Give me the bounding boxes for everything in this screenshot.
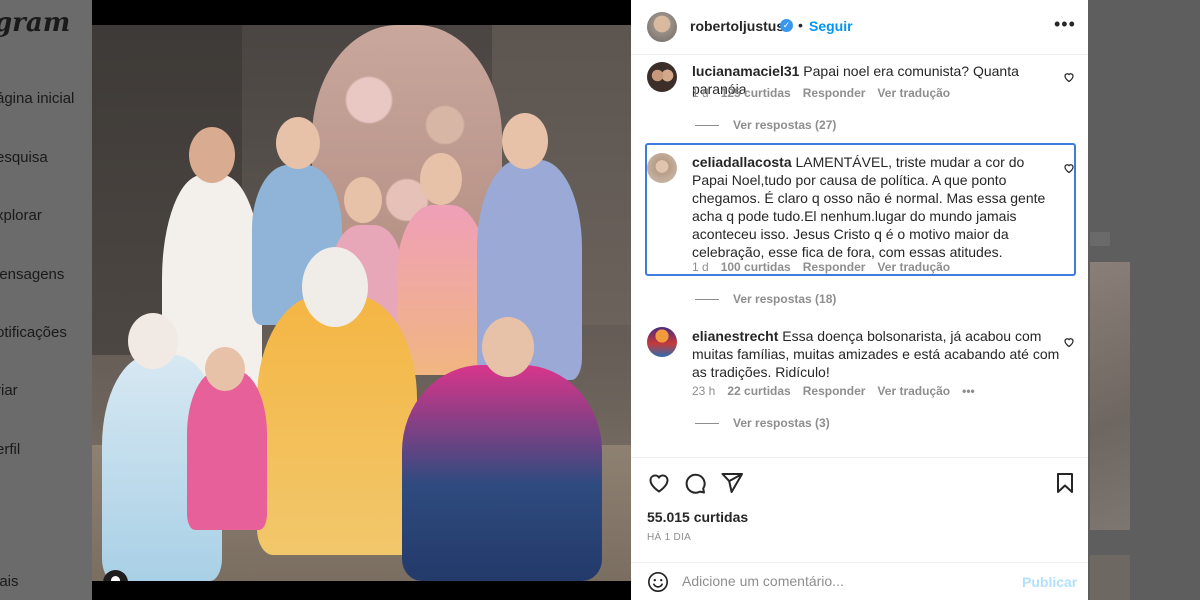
comment-meta: 1 d 125 curtidas Responder Ver tradução bbox=[692, 86, 962, 100]
save-icon[interactable] bbox=[1053, 471, 1077, 495]
nav-item-notifications[interactable]: otificações bbox=[0, 324, 67, 341]
nav-item-profile[interactable]: erfil bbox=[0, 441, 20, 458]
post-detail-panel: robertoljustus ✓ • Seguir ••• lucianamac… bbox=[631, 0, 1088, 600]
instagram-logo: gram bbox=[0, 8, 71, 38]
like-comment-icon[interactable] bbox=[1063, 71, 1075, 83]
comment-meta: 23 h 22 curtidas Responder Ver tradução ••• bbox=[692, 384, 987, 398]
post-header: robertoljustus ✓ • Seguir ••• bbox=[631, 0, 1088, 55]
comments-list: lucianamaciel31 Papai noel era comunista… bbox=[631, 55, 1088, 455]
comment-age: 23 h bbox=[692, 384, 716, 398]
emoji-icon[interactable] bbox=[647, 571, 669, 593]
post-author-username[interactable]: robertoljustus bbox=[690, 18, 784, 34]
like-comment-icon[interactable] bbox=[1063, 336, 1075, 348]
nav-item-messages[interactable]: lensagens bbox=[0, 266, 64, 283]
post-likes-count[interactable]: 55.015 curtidas bbox=[647, 509, 748, 525]
view-replies-button[interactable]: Ver respostas (3) bbox=[695, 416, 830, 430]
post-actions: 55.015 curtidas HÁ 1 DIA bbox=[631, 457, 1088, 557]
separator-dot: • bbox=[798, 17, 803, 33]
nav-item-search[interactable]: esquisa bbox=[0, 149, 48, 166]
follow-button[interactable]: Seguir bbox=[809, 18, 853, 34]
comment-text: elianestrecht Essa doença bolsonarista, … bbox=[692, 328, 1060, 380]
nav-item-more[interactable]: lais bbox=[0, 573, 19, 590]
comment-icon[interactable] bbox=[683, 471, 707, 495]
avatar[interactable] bbox=[647, 62, 677, 92]
avatar[interactable] bbox=[647, 12, 677, 42]
post-timestamp: HÁ 1 DIA bbox=[647, 532, 692, 543]
avatar[interactable] bbox=[647, 327, 677, 357]
view-replies-button[interactable]: Ver respostas (18) bbox=[695, 292, 836, 306]
more-options-icon[interactable]: ••• bbox=[1054, 14, 1076, 35]
background-feed-thumbnail bbox=[1090, 555, 1130, 600]
nav-item-create[interactable]: riar bbox=[0, 382, 18, 399]
comment-likes[interactable]: 125 curtidas bbox=[721, 86, 791, 100]
comment-username[interactable]: elianestrecht bbox=[692, 328, 778, 344]
reply-button[interactable]: Responder bbox=[803, 384, 866, 398]
view-replies-button[interactable]: Ver respostas (27) bbox=[695, 118, 836, 132]
reply-button[interactable]: Responder bbox=[803, 86, 866, 100]
background-feed-item bbox=[1090, 232, 1110, 246]
comment-highlight-frame bbox=[645, 143, 1076, 276]
background-sidebar: gram ágina inicial esquisa xplorar lensa… bbox=[0, 0, 92, 600]
comment-input[interactable] bbox=[682, 573, 1002, 589]
comment-username[interactable]: lucianamaciel31 bbox=[692, 63, 799, 79]
translate-button[interactable]: Ver tradução bbox=[877, 86, 950, 100]
comment-likes[interactable]: 22 curtidas bbox=[727, 384, 790, 398]
share-icon[interactable] bbox=[720, 471, 744, 495]
post-photo bbox=[92, 25, 631, 581]
comment-options-icon[interactable]: ••• bbox=[962, 384, 975, 398]
translate-button[interactable]: Ver tradução bbox=[877, 384, 950, 398]
comment-age: 1 d bbox=[692, 86, 709, 100]
publish-button[interactable]: Publicar bbox=[1022, 574, 1077, 590]
verified-badge-icon: ✓ bbox=[780, 19, 793, 32]
add-comment-bar: Publicar bbox=[631, 562, 1088, 600]
post-media bbox=[92, 0, 631, 600]
heart-icon[interactable] bbox=[647, 471, 671, 495]
nav-item-home[interactable]: ágina inicial bbox=[0, 90, 74, 107]
nav-item-explore[interactable]: xplorar bbox=[0, 207, 42, 224]
background-feed-thumbnail bbox=[1090, 262, 1130, 530]
